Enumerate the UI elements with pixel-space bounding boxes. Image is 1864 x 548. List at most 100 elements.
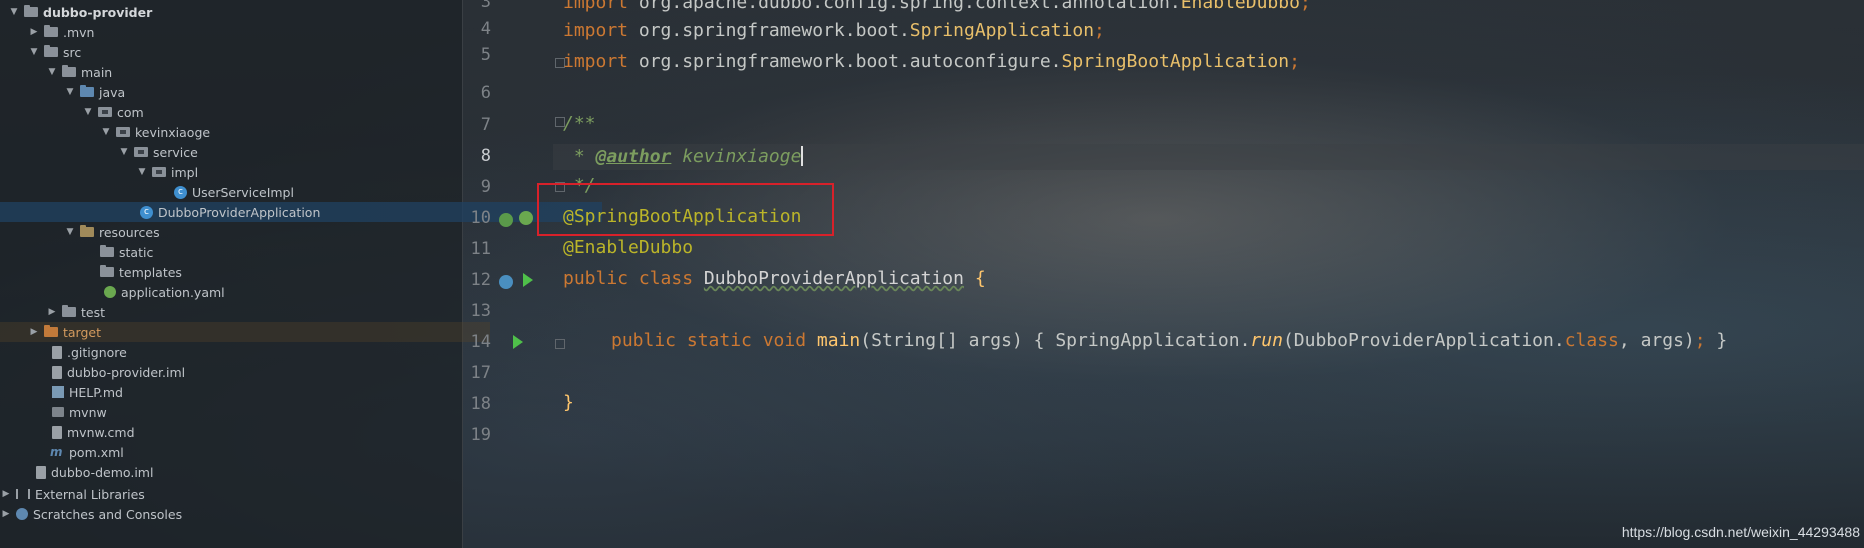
ide-window: ▼ dubbo-provider ▶ .mvn ▼ src ▼ main ▼ j… bbox=[0, 0, 1864, 548]
tree-item-mvnw[interactable]: mvnw bbox=[0, 402, 514, 422]
tree-item-scratches[interactable]: ▶ Scratches and Consoles bbox=[0, 504, 462, 524]
excluded-folder-icon bbox=[44, 325, 58, 337]
tree-item-label: main bbox=[81, 64, 113, 80]
editor-gutter: 3 4 5 6 7 8 9 10 11 12 13 14 17 18 19 bbox=[463, 0, 565, 548]
tree-item-label: Scratches and Consoles bbox=[33, 506, 183, 522]
tree-item-test[interactable]: ▶ test bbox=[0, 302, 508, 322]
line-number: 14 bbox=[470, 332, 491, 352]
tree-item-mvn[interactable]: ▶ .mvn bbox=[0, 22, 490, 42]
code-line-4: import org.springframework.boot.SpringAp… bbox=[563, 20, 1105, 41]
package-icon bbox=[98, 107, 112, 117]
line-number: 9 bbox=[480, 177, 491, 197]
iml-file-icon bbox=[52, 365, 62, 379]
tree-item-label: impl bbox=[171, 164, 199, 180]
collapse-arrow-icon[interactable]: ▶ bbox=[28, 327, 40, 337]
iml-file-icon bbox=[36, 465, 46, 479]
tree-item-label: External Libraries bbox=[35, 486, 145, 502]
expand-arrow-icon[interactable]: ▼ bbox=[64, 87, 76, 97]
tree-item-mvnw-cmd[interactable]: mvnw.cmd bbox=[0, 422, 514, 442]
tree-item-label: application.yaml bbox=[121, 284, 225, 300]
tree-item-dubbo-provider-iml[interactable]: dubbo-provider.iml bbox=[0, 362, 514, 382]
tree-item-gitignore[interactable]: .gitignore bbox=[0, 342, 514, 362]
file-icon bbox=[52, 345, 62, 359]
tree-item-external-libraries[interactable]: ▶ External Libraries bbox=[0, 484, 462, 504]
line-number: 5 bbox=[480, 45, 491, 65]
watermark: https://blog.csdn.net/weixin_44293488 bbox=[1621, 524, 1860, 540]
code-line-3: import org.apache.dubbo.config.spring.co… bbox=[563, 0, 1311, 13]
tree-item-label: java bbox=[99, 84, 126, 100]
spring-class-gutter-icon[interactable] bbox=[499, 275, 513, 289]
spring-bean-icon[interactable] bbox=[499, 213, 513, 227]
expand-arrow-icon[interactable]: ▼ bbox=[82, 107, 94, 117]
fold-marker-icon[interactable] bbox=[555, 339, 565, 349]
tree-item-label: dubbo-provider bbox=[43, 4, 153, 20]
collapse-arrow-icon[interactable]: ▶ bbox=[0, 509, 12, 519]
code-line-11: @EnableDubbo bbox=[563, 237, 694, 258]
tree-item-label: mvnw bbox=[69, 404, 107, 420]
tree-item-label: DubboProviderApplication bbox=[158, 204, 321, 220]
run-main-icon[interactable] bbox=[513, 335, 523, 349]
tree-item-dubbo-provider[interactable]: ▼ dubbo-provider bbox=[0, 2, 470, 22]
tree-item-src[interactable]: ▼ src bbox=[0, 42, 490, 62]
line-number: 18 bbox=[470, 394, 491, 414]
tree-item-target[interactable]: ▶ target bbox=[0, 322, 490, 342]
tree-item-label: kevinxiaoge bbox=[135, 124, 211, 140]
collapse-arrow-icon[interactable]: ▶ bbox=[28, 27, 40, 37]
markdown-file-icon bbox=[52, 386, 64, 398]
code-editor[interactable]: 3 4 5 6 7 8 9 10 11 12 13 14 17 18 19 im… bbox=[463, 0, 1864, 548]
tree-item-dubbo-demo-iml[interactable]: dubbo-demo.iml bbox=[0, 462, 498, 482]
tree-item-label: templates bbox=[119, 264, 182, 280]
tree-item-label: src bbox=[63, 44, 82, 60]
spring-config-icon[interactable] bbox=[519, 211, 533, 225]
code-line-14: public static void main(String[] args) {… bbox=[611, 330, 1728, 351]
expand-arrow-icon[interactable]: ▼ bbox=[46, 67, 58, 77]
tree-item-label: resources bbox=[99, 224, 160, 240]
code-line-18: } bbox=[563, 392, 574, 413]
expand-arrow-icon[interactable]: ▼ bbox=[100, 127, 112, 137]
line-number: 6 bbox=[480, 83, 491, 103]
expand-arrow-icon[interactable]: ▼ bbox=[118, 147, 130, 157]
file-icon bbox=[52, 425, 62, 439]
folder-icon bbox=[24, 5, 38, 17]
class-icon: c bbox=[174, 185, 187, 199]
tree-item-label: pom.xml bbox=[69, 444, 124, 460]
tree-item-label: .mvn bbox=[63, 24, 95, 40]
collapse-arrow-icon[interactable]: ▶ bbox=[0, 489, 12, 499]
tree-item-help-md[interactable]: HELP.md bbox=[0, 382, 514, 402]
run-class-icon[interactable] bbox=[523, 273, 533, 287]
tree-item-label: target bbox=[63, 324, 102, 340]
tree-item-java[interactable]: ▼ java bbox=[0, 82, 526, 102]
package-icon bbox=[134, 147, 148, 157]
line-number: 10 bbox=[470, 208, 491, 228]
line-number: 17 bbox=[470, 363, 491, 383]
line-number: 12 bbox=[470, 270, 491, 290]
line-number: 3 bbox=[480, 0, 491, 12]
tree-item-label: dubbo-provider.iml bbox=[67, 364, 186, 380]
tree-item-label: mvnw.cmd bbox=[67, 424, 135, 440]
package-icon bbox=[116, 127, 130, 137]
tree-item-label: com bbox=[117, 104, 144, 120]
tree-item-resources[interactable]: ▼ resources bbox=[0, 222, 526, 242]
folder-icon bbox=[62, 65, 76, 77]
collapse-arrow-icon[interactable]: ▶ bbox=[46, 307, 58, 317]
line-number: 4 bbox=[480, 19, 491, 39]
expand-arrow-icon[interactable]: ▼ bbox=[136, 167, 148, 177]
line-number: 19 bbox=[470, 425, 491, 445]
expand-arrow-icon[interactable]: ▼ bbox=[64, 227, 76, 237]
folder-icon bbox=[100, 265, 114, 277]
folder-icon bbox=[100, 245, 114, 257]
maven-file-icon: m bbox=[50, 445, 63, 459]
text-caret bbox=[801, 146, 804, 166]
code-line-7: /** bbox=[563, 113, 596, 134]
shell-file-icon bbox=[52, 407, 64, 417]
libraries-icon bbox=[16, 489, 30, 499]
tree-item-label: service bbox=[153, 144, 198, 160]
tree-item-label: .gitignore bbox=[67, 344, 127, 360]
tree-item-label: static bbox=[119, 244, 154, 260]
tree-item-main[interactable]: ▼ main bbox=[0, 62, 508, 82]
line-number: 13 bbox=[470, 301, 491, 321]
tree-item-pom-xml[interactable]: m pom.xml bbox=[0, 442, 512, 462]
expand-arrow-icon[interactable]: ▼ bbox=[28, 47, 40, 57]
folder-icon bbox=[62, 305, 76, 317]
expand-arrow-icon[interactable]: ▼ bbox=[8, 7, 20, 17]
